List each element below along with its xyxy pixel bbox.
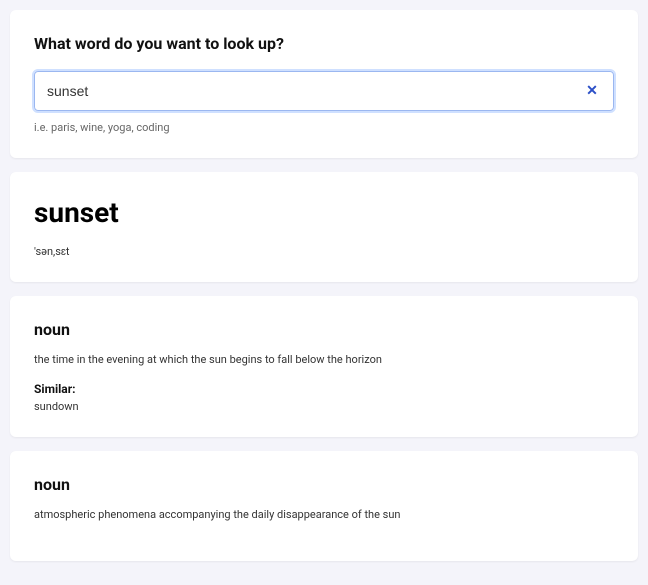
search-heading: What word do you want to look up? <box>34 34 614 53</box>
search-input[interactable] <box>47 83 583 99</box>
definition-text: atmospheric phenomena accompanying the d… <box>34 508 614 521</box>
clear-icon[interactable]: ✕ <box>583 82 601 100</box>
part-of-speech: noun <box>34 475 614 494</box>
search-input-wrap: ✕ <box>34 71 614 111</box>
word-header-card: sunset 'sən,sɛt <box>10 172 638 282</box>
meaning-card: noun the time in the evening at which th… <box>10 296 638 437</box>
search-card: What word do you want to look up? ✕ i.e.… <box>10 10 638 158</box>
meaning-card: noun atmospheric phenomena accompanying … <box>10 451 638 561</box>
synonym-list: sundown <box>34 400 614 413</box>
phonetics: 'sən,sɛt <box>34 245 614 258</box>
search-hint: i.e. paris, wine, yoga, coding <box>34 121 614 134</box>
part-of-speech: noun <box>34 320 614 339</box>
word-title: sunset <box>34 196 614 229</box>
similar-label: Similar: <box>34 382 614 396</box>
definition-text: the time in the evening at which the sun… <box>34 353 614 366</box>
